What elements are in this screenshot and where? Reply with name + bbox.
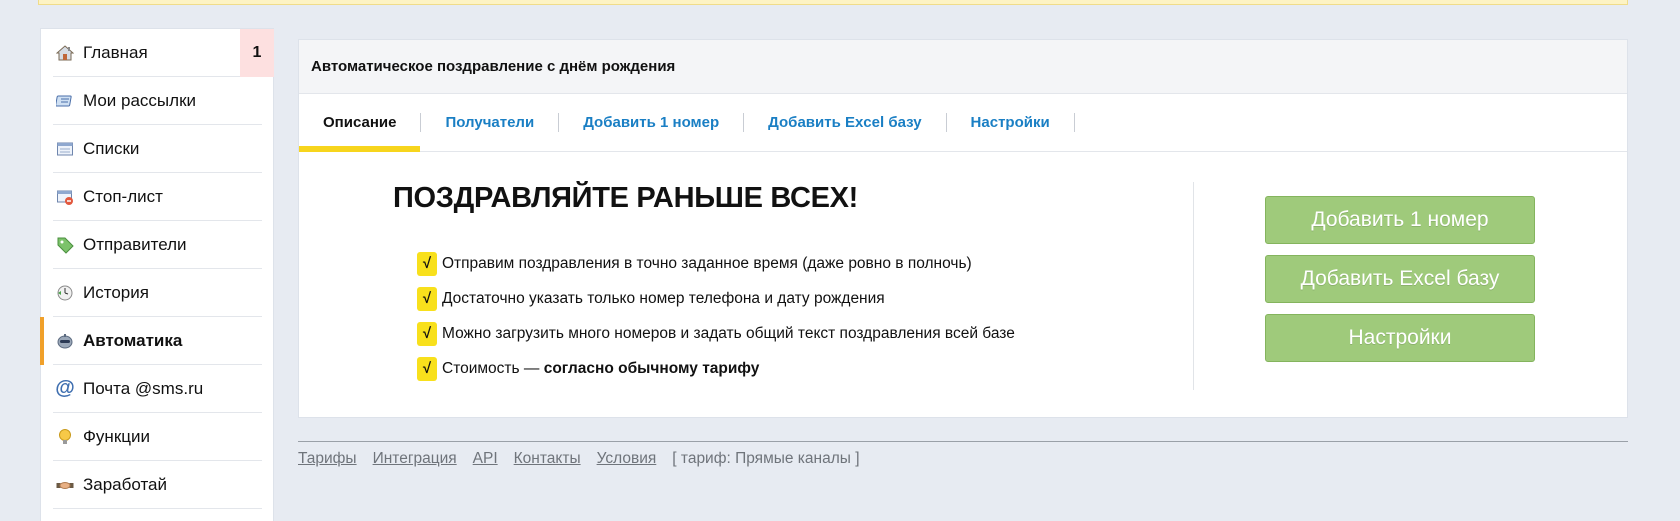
cost-prefix: Стоимость — [442,359,544,377]
sidebar-item-senders[interactable]: Отправители [53,221,262,269]
sidebar-nav: Главная 1 Мои рассылки Списки Стоп-лист … [40,28,274,521]
sidebar-item-label: История [83,282,149,302]
notification-badge: 1 [240,29,274,77]
tab-recipients[interactable]: Получатели [421,94,558,151]
checkmark-icon: √ [417,286,437,311]
promo-heading: ПОЗДРАВЛЯЙТЕ РАНЬШЕ ВСЕХ! [393,182,859,214]
sidebar-item-history[interactable]: История [53,269,262,317]
stoplist-icon [55,187,75,207]
footer-link-tariffs[interactable]: Тарифы [298,450,357,468]
cost-value: согласно обычному тарифу [543,359,760,377]
tab-description[interactable]: Описание [299,94,421,152]
sidebar-item-home[interactable]: Главная 1 [53,29,274,77]
footer-divider [298,441,1628,442]
footer-link-integration[interactable]: Интеграция [373,450,457,468]
sidebar-item-stoplist[interactable]: Стоп-лист [53,173,262,221]
vertical-divider [1193,182,1194,390]
settings-button[interactable]: Настройки [1265,314,1535,362]
tab-add-one-number[interactable]: Добавить 1 номер [559,94,743,151]
footer-link-contacts[interactable]: Контакты [514,450,581,468]
tariff-info: [ тариф: Прямые каналы ] [672,450,860,467]
sidebar-item-automation[interactable]: Автоматика [40,317,262,365]
footer: Тарифы Интеграция API Контакты Условия [… [298,450,860,468]
checkmark-icon: √ [417,251,437,276]
sidebar-item-label: Отправители [83,234,187,254]
top-notice-bar [38,0,1628,5]
benefit-text: Можно загрузить много номеров и задать о… [442,324,1015,342]
benefit-text: Отправим поздравления в точно заданное в… [442,254,972,272]
benefit-text: Достаточно указать только номер телефона… [442,289,885,307]
sidebar-item-mailings[interactable]: Мои рассылки [53,77,262,125]
sidebar-item-label: Списки [83,138,140,158]
sidebar-item-label: Заработай [83,474,167,494]
sidebar-item-label: Автоматика [83,330,183,350]
sidebar-item-functions[interactable]: Функции [53,413,262,461]
tab-content: ПОЗДРАВЛЯЙТЕ РАНЬШЕ ВСЕХ! √ Отправим поз… [299,152,1627,417]
sidebar-item-label: Главная [83,42,148,62]
benefit-item: √ Стоимость — согласно обычному тарифу [417,351,1015,386]
sidebar-item-label: Стоп-лист [83,186,163,206]
automation-panel: Автоматическое поздравление с днём рожде… [298,39,1628,418]
sidebar-item-label: Почта @sms.ru [83,378,204,398]
mailings-icon [55,91,75,111]
tab-bar: Описание Получатели Добавить 1 номер Доб… [299,94,1627,152]
sidebar-item-earn[interactable]: Заработай [53,461,262,509]
add-one-number-button[interactable]: Добавить 1 номер [1265,196,1535,244]
sidebar-item-label: Мои рассылки [83,90,197,110]
tab-separator [1073,113,1075,132]
benefit-item: √ Можно загрузить много номеров и задать… [417,316,1015,351]
robot-icon [55,331,75,351]
benefit-item: √ Достаточно указать только номер телефо… [417,281,1015,316]
benefit-list: √ Отправим поздравления в точно заданное… [417,246,1015,386]
at-icon: @ [55,377,75,399]
lists-icon [55,139,75,159]
checkmark-icon: √ [417,321,437,346]
handshake-icon [55,475,75,495]
sidebar-item-label: Функции [83,426,150,446]
tag-icon [55,235,75,255]
add-excel-button[interactable]: Добавить Excel базу [1265,255,1535,303]
footer-link-api[interactable]: API [473,450,498,468]
tab-settings[interactable]: Настройки [947,94,1074,151]
footer-link-terms[interactable]: Условия [597,450,657,468]
sidebar-item-lists[interactable]: Списки [53,125,262,173]
sidebar-item-mail[interactable]: @ Почта @sms.ru [53,365,262,413]
checkmark-icon: √ [417,356,437,381]
home-icon [55,43,75,63]
tab-add-excel[interactable]: Добавить Excel базу [744,94,945,151]
benefit-item: √ Отправим поздравления в точно заданное… [417,246,1015,281]
history-clock-icon [55,283,75,303]
lightbulb-icon [55,427,75,447]
panel-title: Автоматическое поздравление с днём рожде… [299,40,1627,94]
